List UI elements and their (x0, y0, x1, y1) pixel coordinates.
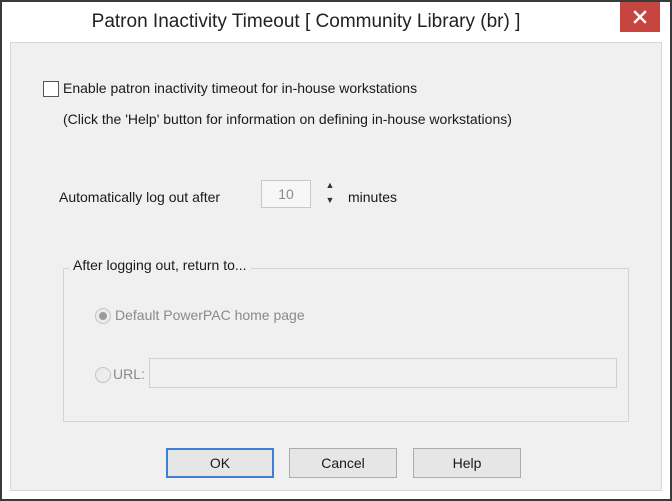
logout-suffix-label: minutes (348, 189, 398, 205)
dialog-window: Patron Inactivity Timeout [ Community Li… (0, 0, 672, 501)
logout-prefix-label: Automatically log out after (59, 189, 221, 205)
url-input[interactable] (149, 358, 617, 388)
ok-button[interactable]: OK (166, 448, 274, 478)
help-button[interactable]: Help (413, 448, 521, 478)
spin-up-icon[interactable]: ▲ (323, 178, 337, 193)
return-to-group-label: After logging out, return to... (69, 257, 251, 273)
default-home-radio[interactable] (95, 308, 111, 324)
return-to-groupbox (63, 268, 629, 422)
spin-down-icon[interactable]: ▼ (323, 193, 337, 208)
help-note: (Click the 'Help' button for information… (63, 111, 512, 127)
enable-timeout-checkbox[interactable] (43, 81, 59, 97)
url-radio[interactable] (95, 367, 111, 383)
close-icon (633, 10, 647, 24)
logout-minutes-input[interactable]: 10 (261, 180, 311, 208)
title-bar[interactable]: Patron Inactivity Timeout [ Community Li… (2, 2, 670, 42)
url-radio-label[interactable]: URL: (113, 366, 145, 382)
close-button[interactable] (620, 2, 660, 32)
dialog-title: Patron Inactivity Timeout [ Community Li… (91, 11, 521, 32)
enable-timeout-label[interactable]: Enable patron inactivity timeout for in-… (63, 80, 417, 96)
cancel-button[interactable]: Cancel (289, 448, 397, 478)
dialog-body: Enable patron inactivity timeout for in-… (10, 42, 662, 491)
logout-minutes-spinner[interactable]: ▲ ▼ (323, 178, 337, 208)
logout-minutes-value: 10 (278, 186, 294, 202)
default-home-label[interactable]: Default PowerPAC home page (115, 307, 305, 323)
